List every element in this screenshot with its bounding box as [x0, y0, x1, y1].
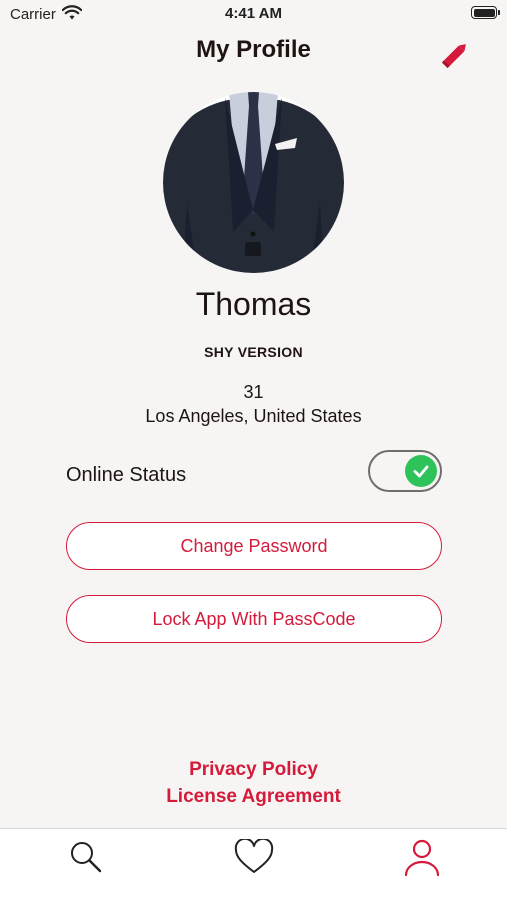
tab-search[interactable]	[62, 837, 110, 881]
online-status-label: Online Status	[66, 464, 187, 486]
search-icon	[68, 839, 104, 880]
status-time: 4:41 AM	[225, 5, 282, 22]
avatar	[163, 92, 344, 273]
tab-bar	[0, 828, 507, 900]
person-icon	[402, 837, 442, 882]
profile-age: 31	[243, 382, 264, 402]
profile-name: Thomas	[195, 286, 312, 322]
change-password-button[interactable]: Change Password	[66, 522, 442, 570]
tab-favorites[interactable]	[230, 837, 278, 881]
battery-icon	[471, 6, 500, 19]
tab-profile[interactable]	[398, 837, 446, 881]
checkmark-icon	[405, 455, 437, 487]
page-title: My Profile	[196, 36, 311, 63]
license-agreement-link[interactable]: License Agreement	[0, 786, 507, 808]
pencil-icon[interactable]	[440, 38, 472, 70]
profile-location: Los Angeles, United States	[145, 406, 362, 426]
online-status-toggle[interactable]	[368, 450, 442, 492]
status-bar: Carrier 4:41 AM	[0, 0, 507, 28]
lock-app-passcode-button[interactable]: Lock App With PassCode	[66, 595, 442, 643]
version-label: SHY VERSION	[204, 344, 303, 360]
heart-icon	[234, 837, 274, 880]
privacy-policy-link[interactable]: Privacy Policy	[0, 759, 507, 781]
